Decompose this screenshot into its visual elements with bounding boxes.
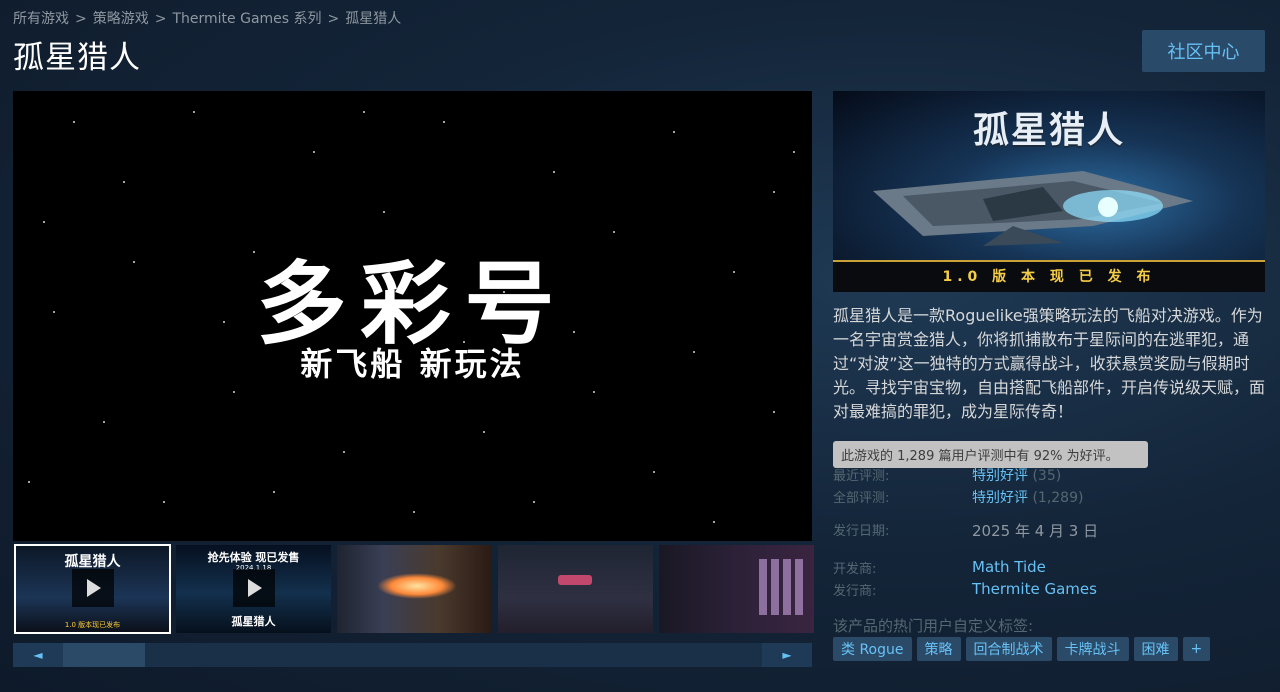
scroll-handle[interactable] — [63, 643, 145, 667]
breadcrumb-strategy[interactable]: 策略游戏 — [93, 11, 149, 27]
breadcrumb-separator: > — [75, 11, 87, 27]
publisher-link[interactable]: Thermite Games — [972, 580, 1097, 598]
capsule-banner-text: 1.0 版 本 现 已 发 布 — [942, 269, 1156, 285]
thumbnail-screenshot-5[interactable] — [659, 545, 814, 633]
star — [413, 511, 415, 513]
recent-reviews-value: 特别好评 — [972, 468, 1028, 484]
breadcrumb-publisher-series[interactable]: Thermite Games 系列 — [172, 11, 321, 27]
recent-reviews-summary[interactable]: 特别好评 (35) — [972, 465, 1061, 485]
release-date-row: 发行日期: 2025 年 4 月 3 日 — [833, 520, 1098, 540]
grid-board-image — [759, 559, 807, 615]
tag-roguelike[interactable]: 类 Rogue — [833, 637, 912, 661]
damage-indicator-image — [558, 575, 592, 585]
release-date-label: 发行日期: — [833, 524, 890, 539]
community-hub-button[interactable]: 社区中心 — [1142, 30, 1265, 72]
thumbnail-video-1[interactable]: 孤星猎人 1.0 版本现已发布 — [14, 544, 171, 634]
capsule-title: 孤星猎人 — [972, 110, 1125, 151]
star — [713, 521, 715, 523]
thumbnail-subtitle: 孤星猎人 — [231, 615, 276, 628]
tag-turn-based-tactics[interactable]: 回合制战术 — [965, 637, 1052, 661]
star — [773, 191, 775, 193]
scroll-left-arrow-icon[interactable]: ◄ — [13, 643, 63, 667]
star — [363, 111, 365, 113]
all-reviews-row: 全部评测: 特别好评 (1,289) — [833, 487, 1083, 506]
page-title: 孤星猎人 — [13, 40, 141, 76]
star — [103, 421, 105, 423]
thumbnail-title: 孤星猎人 — [64, 554, 121, 570]
star — [383, 211, 385, 213]
all-reviews-count: (1,289) — [1032, 490, 1084, 506]
recent-reviews-count: (35) — [1032, 468, 1062, 484]
developer-link[interactable]: Math Tide — [972, 558, 1046, 576]
thumbnail-strip: 孤星猎人 1.0 版本现已发布 抢先体验 现已发售 2024.1.18 孤星猎人 — [13, 544, 814, 637]
thumbnail-scrollbar[interactable]: ◄ ► — [13, 643, 812, 667]
all-reviews-label: 全部评测: — [833, 491, 890, 506]
star — [313, 151, 315, 153]
star — [273, 491, 275, 493]
thumbnail-screenshot-3[interactable] — [337, 545, 492, 633]
play-icon — [72, 569, 114, 607]
star — [233, 391, 235, 393]
star — [123, 181, 125, 183]
release-date-value: 2025 年 4 月 3 日 — [972, 522, 1099, 540]
publisher-label: 发行商: — [833, 584, 877, 599]
tag-difficult[interactable]: 困难 — [1133, 637, 1178, 661]
game-capsule-image: 孤星猎人 1.0 版 本 现 已 发 布 — [833, 91, 1265, 292]
breadcrumb-separator: > — [154, 11, 167, 27]
star — [773, 411, 775, 413]
star — [28, 481, 30, 483]
game-description: 孤星猎人是一款Roguelike强策略玩法的飞船对决游戏。作为一名宇宙赏金猎人，… — [833, 306, 1265, 421]
scroll-right-arrow-icon[interactable]: ► — [762, 643, 812, 667]
thumbnail-screenshot-4[interactable] — [498, 545, 653, 633]
star — [343, 451, 345, 453]
recent-reviews-label: 最近评测: — [833, 469, 890, 484]
all-reviews-summary[interactable]: 特别好评 (1,289) — [972, 487, 1083, 507]
star — [163, 501, 165, 503]
tag-list: 类 Rogue 策略 回合制战术 卡牌战斗 困难 + — [833, 637, 1211, 661]
breadcrumb-game[interactable]: 孤星猎人 — [345, 11, 401, 27]
star — [73, 121, 75, 123]
star — [193, 111, 195, 113]
add-tag-button[interactable]: + — [1182, 637, 1211, 661]
star — [43, 221, 45, 223]
tags-label: 该产品的热门用户自定义标签: — [833, 617, 1034, 635]
star — [483, 431, 485, 433]
developer-row: 开发商: Math Tide — [833, 558, 1046, 577]
tag-strategy[interactable]: 策略 — [916, 637, 961, 661]
star — [443, 121, 445, 123]
breadcrumb-all-games[interactable]: 所有游戏 — [13, 11, 69, 27]
review-tooltip: 此游戏的 1,289 篇用户评测中有 92% 为好评。 — [833, 441, 1148, 468]
star — [593, 391, 595, 393]
thumbnail-video-2[interactable]: 抢先体验 现已发售 2024.1.18 孤星猎人 — [176, 545, 331, 633]
play-icon — [233, 569, 275, 607]
publisher-row: 发行商: Thermite Games — [833, 580, 1097, 599]
breadcrumb: 所有游戏 > 策略游戏 > Thermite Games 系列 > 孤星猎人 — [13, 8, 401, 28]
media-subhead: 新飞船 新玩法 — [300, 345, 525, 383]
tag-card-battler[interactable]: 卡牌战斗 — [1056, 637, 1129, 661]
all-reviews-value: 特别好评 — [972, 490, 1028, 506]
star — [673, 131, 675, 133]
star — [553, 171, 555, 173]
thumbnail-title: 抢先体验 现已发售 — [207, 551, 300, 564]
laser-blast-image — [377, 573, 457, 599]
thumbnail-footer: 1.0 版本现已发布 — [64, 621, 121, 629]
developer-label: 开发商: — [833, 562, 877, 577]
breadcrumb-separator: > — [327, 11, 340, 27]
main-media-player[interactable]: 多彩号 新飞船 新玩法 — [13, 91, 812, 541]
star — [793, 151, 795, 153]
star — [653, 471, 655, 473]
star — [533, 501, 535, 503]
spaceship-art — [873, 171, 1193, 246]
